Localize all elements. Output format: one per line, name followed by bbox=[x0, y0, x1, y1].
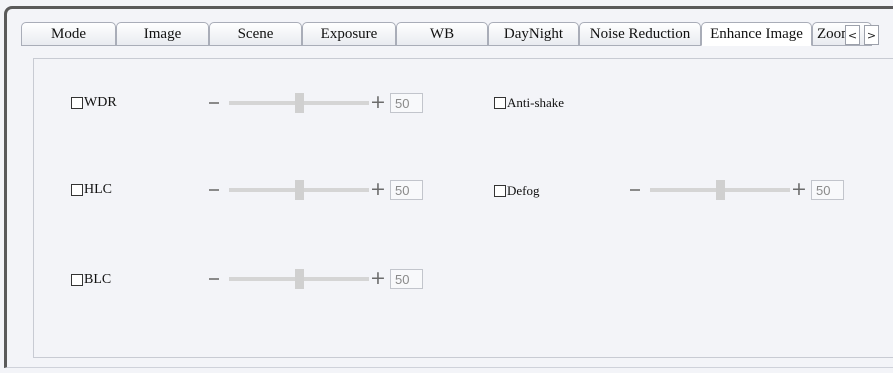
tab-mode[interactable]: Mode bbox=[21, 22, 116, 46]
wdr-value-input[interactable]: 50 bbox=[390, 93, 423, 113]
blc-decrease-icon[interactable] bbox=[209, 278, 219, 280]
wdr-slider-thumb[interactable] bbox=[295, 93, 304, 113]
defog-checkbox[interactable] bbox=[494, 185, 506, 197]
enhance-image-panel bbox=[33, 58, 893, 358]
wdr-increase-icon[interactable]: + bbox=[370, 91, 386, 113]
blc-slider[interactable]: + 50 bbox=[209, 267, 424, 289]
defog-option[interactable]: Defog bbox=[494, 183, 540, 199]
anti-shake-option[interactable]: Anti-shake bbox=[494, 95, 564, 111]
tab-wb[interactable]: WB bbox=[396, 22, 488, 46]
tab-image[interactable]: Image bbox=[116, 22, 209, 46]
tab-scroll-left-button[interactable]: < bbox=[845, 25, 860, 45]
defog-slider[interactable]: + 50 bbox=[630, 178, 845, 200]
blc-label: BLC bbox=[84, 272, 112, 287]
hlc-increase-icon[interactable]: + bbox=[370, 178, 386, 200]
wdr-label: WDR bbox=[84, 95, 117, 110]
blc-checkbox[interactable] bbox=[71, 274, 83, 286]
tab-scene[interactable]: Scene bbox=[209, 22, 302, 46]
hlc-slider-thumb[interactable] bbox=[295, 180, 304, 200]
hlc-value-input[interactable]: 50 bbox=[390, 180, 423, 200]
hlc-decrease-icon[interactable] bbox=[209, 189, 219, 191]
defog-value-input[interactable]: 50 bbox=[811, 180, 844, 200]
wdr-decrease-icon[interactable] bbox=[209, 102, 219, 104]
hlc-slider[interactable]: + 50 bbox=[209, 178, 424, 200]
tab-enhance-image[interactable]: Enhance Image bbox=[701, 22, 812, 46]
tab-noise-reduction[interactable]: Noise Reduction bbox=[579, 22, 701, 46]
wdr-slider[interactable]: + 50 bbox=[209, 91, 424, 113]
hlc-label: HLC bbox=[84, 182, 112, 197]
wdr-checkbox[interactable] bbox=[71, 97, 83, 109]
wdr-option[interactable]: WDR bbox=[71, 95, 117, 111]
defog-label: Defog bbox=[507, 183, 540, 198]
tab-scroll-right-button[interactable]: > bbox=[864, 25, 879, 45]
blc-option[interactable]: BLC bbox=[71, 272, 111, 288]
defog-decrease-icon[interactable] bbox=[630, 189, 640, 191]
tab-daynight[interactable]: DayNight bbox=[488, 22, 579, 46]
tab-exposure[interactable]: Exposure bbox=[302, 22, 396, 46]
anti-shake-label: Anti-shake bbox=[507, 95, 565, 110]
hlc-option[interactable]: HLC bbox=[71, 182, 112, 198]
blc-slider-thumb[interactable] bbox=[295, 269, 304, 289]
blc-increase-icon[interactable]: + bbox=[370, 267, 386, 289]
hlc-checkbox[interactable] bbox=[71, 184, 83, 196]
blc-value-input[interactable]: 50 bbox=[390, 269, 423, 289]
anti-shake-checkbox[interactable] bbox=[494, 97, 506, 109]
defog-increase-icon[interactable]: + bbox=[791, 178, 807, 200]
tab-bar: Mode Image Scene Exposure WB DayNight No… bbox=[21, 22, 893, 46]
tab-zoom[interactable]: Zoom bbox=[812, 22, 872, 46]
defog-slider-thumb[interactable] bbox=[716, 180, 725, 200]
